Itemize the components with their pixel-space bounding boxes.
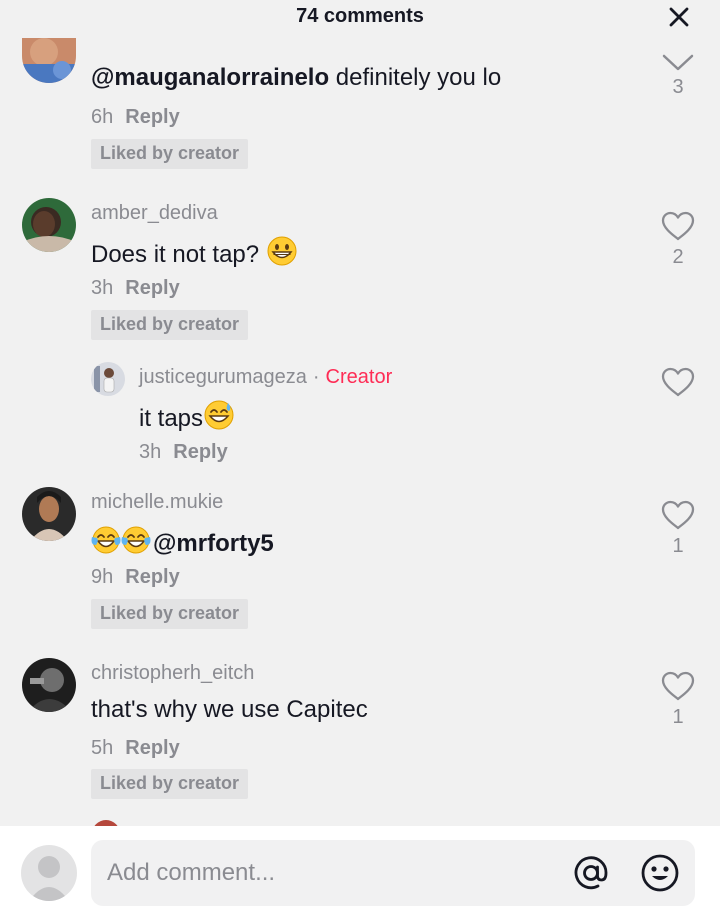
comment-meta: 3h Reply <box>139 441 228 464</box>
mention-link[interactable]: @mrforty5 <box>153 530 274 558</box>
like-count: 2 <box>672 246 684 268</box>
separator-dot: · <box>312 366 320 388</box>
comment-username[interactable]: amber_dediva <box>91 202 218 225</box>
reply-button[interactable]: Reply <box>125 106 179 128</box>
avatar[interactable] <box>22 658 76 712</box>
avatar[interactable] <box>91 362 125 396</box>
comment-username: justicegurumageza · Creator <box>139 366 392 389</box>
reply-button[interactable]: Reply <box>125 737 179 759</box>
like-count: 1 <box>672 706 684 728</box>
comment-meta: 9h Reply <box>91 566 180 589</box>
avatar[interactable] <box>22 38 76 83</box>
chevron-down-icon[interactable] <box>661 48 695 74</box>
comment-time: 3h <box>139 441 162 463</box>
creator-username[interactable]: justicegurumageza <box>139 366 307 388</box>
liked-by-creator-badge: Liked by creator <box>91 769 249 799</box>
comment-text: @mrforty5 <box>91 525 274 562</box>
heart-outline-icon[interactable] <box>661 367 695 397</box>
comment-text: it taps <box>139 400 234 437</box>
comment-text: Does it not tap? <box>91 236 297 273</box>
at-sign-icon[interactable] <box>571 853 611 893</box>
mention-link[interactable]: @mauganalorrainelo <box>91 64 329 92</box>
heart-outline-icon[interactable] <box>661 671 695 701</box>
smiley-icon[interactable] <box>640 853 680 893</box>
comment-time: 3h <box>91 277 114 299</box>
comment-meta: 3h Reply <box>91 277 180 300</box>
comment-time: 5h <box>91 737 114 759</box>
liked-by-creator-badge: Liked by creator <box>91 310 249 340</box>
comment-input[interactable] <box>107 840 547 906</box>
comment-meta: 6h Reply <box>91 106 180 129</box>
comment-input-box[interactable] <box>91 840 695 906</box>
comment-username[interactable]: christopherh_eitch <box>91 662 254 685</box>
avatar[interactable] <box>22 198 76 252</box>
comment-meta: 5h Reply <box>91 737 180 760</box>
reply-button[interactable]: Reply <box>173 441 227 463</box>
grinning-face-with-sweat-emoji <box>204 400 234 437</box>
heart-outline-icon[interactable] <box>661 211 695 241</box>
user-avatar[interactable] <box>21 845 77 901</box>
comment-time: 6h <box>91 106 114 128</box>
heart-outline-icon[interactable] <box>661 500 695 530</box>
like-count: 3 <box>672 76 684 98</box>
liked-by-creator-badge: Liked by creator <box>91 599 249 629</box>
face-with-tears-of-joy-emoji <box>121 525 151 562</box>
face-with-tears-of-joy-emoji <box>91 525 121 562</box>
comment-composer <box>0 826 720 916</box>
comment-body: that's why we use Capitec <box>91 696 368 723</box>
close-icon[interactable] <box>668 6 690 28</box>
grinning-face-emoji <box>267 236 297 273</box>
reply-button[interactable]: Reply <box>125 566 179 588</box>
comment-text: that's why we use Capitec <box>91 696 368 724</box>
comment-text: @mauganalorrainelo definitely you lo <box>91 64 501 92</box>
comment-body: definitely you lo <box>329 64 502 91</box>
comments-header: 74 comments <box>0 0 720 34</box>
reply-button[interactable]: Reply <box>125 277 179 299</box>
comment-username[interactable]: michelle.mukie <box>91 491 223 514</box>
comment-time: 9h <box>91 566 114 588</box>
comment-body: Does it not tap? <box>91 240 260 268</box>
comment-list[interactable]: @mauganalorrainelo definitely you lo 6h R… <box>0 0 720 826</box>
comments-count-title: 74 comments <box>296 5 424 27</box>
liked-by-creator-badge: Liked by creator <box>91 139 249 169</box>
avatar[interactable] <box>22 487 76 541</box>
creator-label: Creator <box>325 366 393 388</box>
like-count: 1 <box>672 535 684 557</box>
comment-body: it taps <box>139 404 204 432</box>
